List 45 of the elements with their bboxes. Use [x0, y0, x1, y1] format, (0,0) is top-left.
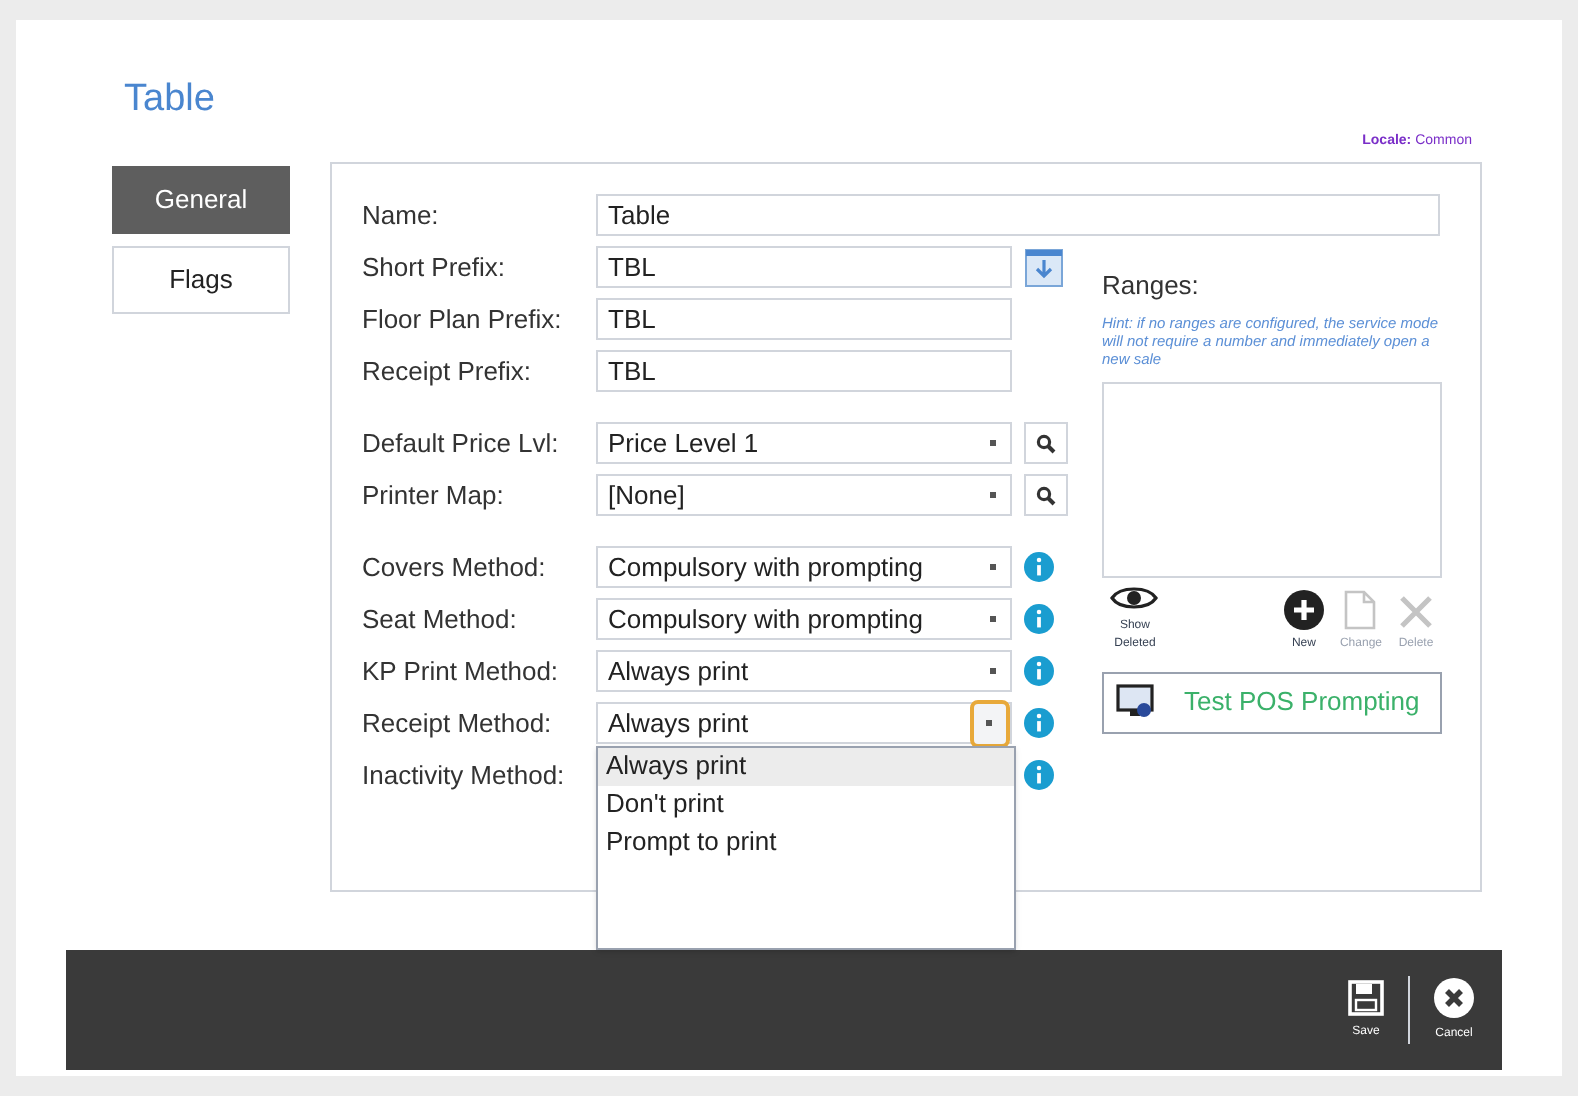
dropdown-option[interactable]: Prompt to print: [598, 823, 1014, 861]
text-field[interactable]: TBL: [596, 350, 1012, 392]
field-label: KP Print Method:: [362, 653, 561, 690]
text-field[interactable]: Table: [596, 194, 1440, 236]
text-field[interactable]: TBL: [596, 298, 1012, 340]
monitor-icon: [1116, 684, 1156, 720]
field-label: Printer Map:: [362, 477, 506, 514]
save-icon: [1348, 979, 1384, 1015]
info-icon[interactable]: [1024, 552, 1054, 582]
search-button[interactable]: [1024, 422, 1068, 464]
field-label: Floor Plan Prefix:: [362, 301, 564, 338]
text-field[interactable]: TBL: [596, 246, 1012, 288]
page-title: Table: [124, 76, 215, 124]
field-label: Short Prefix:: [362, 249, 508, 286]
info-icon[interactable]: [1024, 760, 1054, 790]
ranges-heading: Ranges:: [1102, 268, 1201, 304]
dropdown[interactable]: Price Level 1: [596, 422, 1012, 464]
field-label: Inactivity Method:: [362, 757, 567, 794]
field-label: Seat Method:: [362, 601, 519, 638]
dropdown-option[interactable]: Always print: [598, 747, 1014, 785]
dropdown[interactable]: Compulsory with prompting: [596, 546, 1012, 588]
info-icon[interactable]: [1024, 656, 1054, 686]
field-label: Default Price Lvl:: [362, 425, 561, 462]
tab[interactable]: Flags: [112, 245, 290, 313]
tab[interactable]: General: [112, 165, 290, 233]
search-icon: [1036, 485, 1056, 505]
dropdown[interactable]: Always print: [596, 650, 1012, 692]
search-icon: [1036, 433, 1056, 453]
dropdown[interactable]: Compulsory with prompting: [596, 598, 1012, 640]
eye-icon: [1110, 583, 1159, 611]
dropdown[interactable]: Always print: [596, 702, 1012, 744]
info-icon[interactable]: [1024, 604, 1054, 634]
field-label: Covers Method:: [362, 549, 548, 586]
field-label: Receipt Method:: [362, 705, 554, 742]
field-label: Receipt Prefix:: [362, 353, 534, 390]
dropdown[interactable]: [None]: [596, 474, 1012, 516]
plus-icon: [1283, 589, 1324, 629]
field-label: Name:: [362, 197, 441, 234]
delete-icon: [1398, 593, 1434, 629]
download-icon[interactable]: [1024, 247, 1064, 287]
search-button[interactable]: [1024, 474, 1068, 516]
info-icon[interactable]: [1024, 708, 1054, 738]
dropdown-option[interactable]: Don't print: [598, 785, 1014, 823]
cancel-icon: [1434, 977, 1474, 1017]
page-icon: [1342, 589, 1379, 629]
